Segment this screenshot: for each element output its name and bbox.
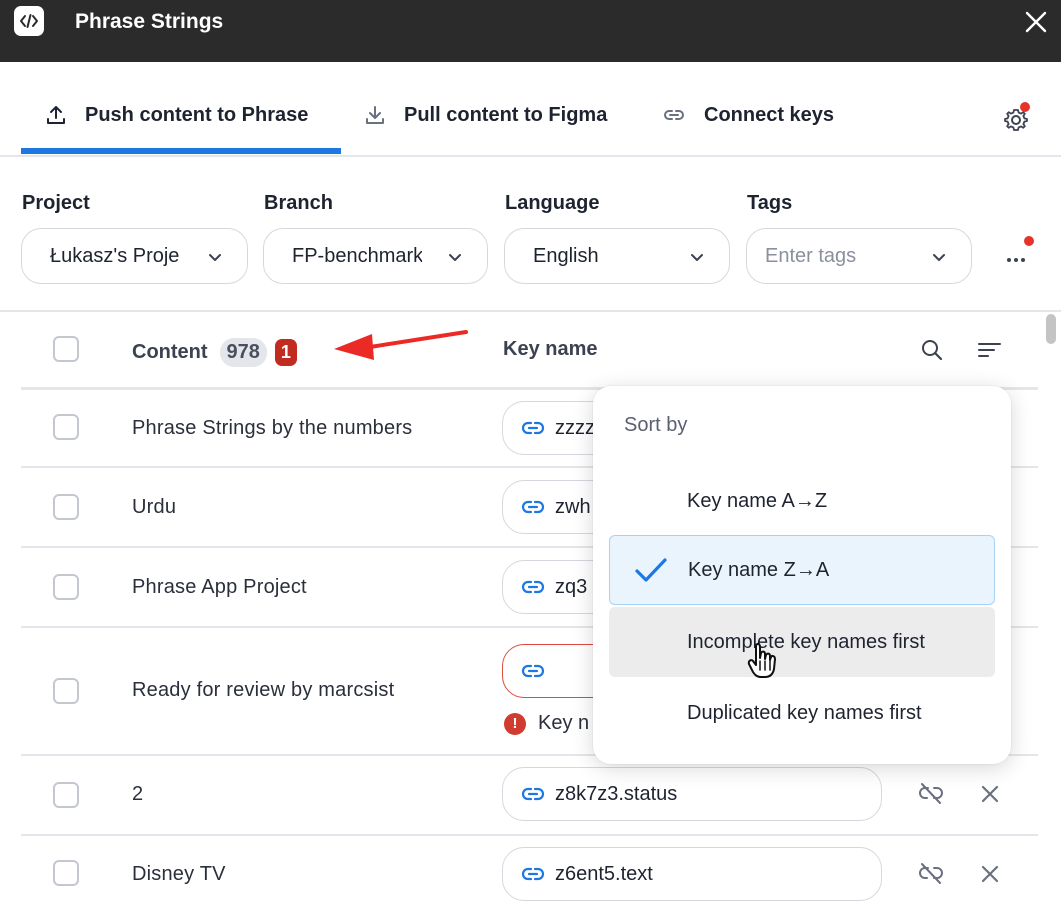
sort-option-label: Incomplete key names first bbox=[687, 630, 925, 653]
code-brackets-icon bbox=[14, 6, 44, 36]
tab-label: Push content to Phrase bbox=[85, 103, 309, 126]
sort-option-label: Duplicated key names first bbox=[687, 701, 922, 724]
key-name-input[interactable]: z8k7z3.status bbox=[502, 767, 882, 821]
annotation-arrow bbox=[334, 330, 468, 360]
notification-dot bbox=[1020, 102, 1030, 112]
remove-icon[interactable] bbox=[976, 860, 1004, 888]
tab-label: Connect keys bbox=[704, 103, 835, 126]
error-text: Key n bbox=[538, 712, 590, 734]
sort-option-duplicated-first[interactable]: Duplicated key names first bbox=[609, 678, 995, 748]
sort-option-key-za[interactable]: Key name Z→A bbox=[609, 535, 995, 605]
link-icon bbox=[521, 787, 545, 801]
sort-menu-title: Sort by bbox=[624, 414, 688, 436]
settings-button[interactable] bbox=[1000, 102, 1032, 134]
tags-label: Tags bbox=[747, 192, 793, 214]
content-count-badge: 978 bbox=[219, 338, 267, 367]
content-cell: 2 bbox=[132, 783, 144, 805]
project-select[interactable]: Łukasz's Project bbox=[21, 228, 248, 284]
row-checkbox[interactable] bbox=[53, 782, 79, 808]
language-select[interactable]: English bbox=[504, 228, 730, 284]
branch-select[interactable]: FP-benchmark bbox=[263, 228, 488, 284]
active-tab-indicator bbox=[21, 148, 341, 154]
language-label: Language bbox=[505, 192, 600, 214]
download-icon bbox=[366, 106, 384, 124]
sort-option-label: Key name A→Z bbox=[687, 489, 828, 512]
key-error-message: ! Key n bbox=[504, 712, 589, 735]
row-checkbox[interactable] bbox=[53, 574, 79, 600]
project-label: Project bbox=[22, 192, 90, 214]
title-bar: Phrase Strings bbox=[0, 0, 1061, 62]
project-value: Łukasz's Project bbox=[50, 244, 180, 267]
checkmark-icon bbox=[635, 558, 667, 582]
content-cell: Urdu bbox=[132, 496, 177, 518]
tab-bar: Push content to Phrase Pull content to F… bbox=[0, 62, 1061, 157]
close-icon[interactable] bbox=[1022, 8, 1050, 36]
content-cell: Ready for review by marcsist bbox=[132, 679, 395, 701]
tab-connect-keys[interactable]: Connect keys bbox=[662, 98, 834, 132]
link-icon bbox=[664, 110, 684, 120]
chevron-down-icon bbox=[209, 254, 221, 261]
tags-input[interactable]: Enter tags bbox=[746, 228, 972, 284]
language-value: English bbox=[533, 244, 599, 267]
tags-placeholder: Enter tags bbox=[765, 244, 857, 267]
content-column-header: Content 978 1 bbox=[132, 338, 297, 367]
unlink-icon[interactable] bbox=[917, 860, 945, 888]
link-icon bbox=[521, 664, 545, 678]
link-icon bbox=[521, 421, 545, 435]
key-name-value: zq3 bbox=[555, 575, 588, 598]
link-icon bbox=[521, 867, 545, 881]
sort-dropdown-menu: Sort by Key name A→Z Key name Z→A Incomp… bbox=[593, 386, 1011, 764]
unlink-icon[interactable] bbox=[917, 780, 945, 808]
row-checkbox[interactable] bbox=[53, 860, 79, 886]
key-name-value: z6ent5.text bbox=[555, 862, 653, 885]
link-icon bbox=[521, 500, 545, 514]
sort-option-incomplete-first[interactable]: Incomplete key names first bbox=[609, 607, 995, 677]
sort-icon[interactable] bbox=[976, 336, 1004, 364]
tab-label: Pull content to Figma bbox=[404, 103, 608, 126]
key-name-column-header: Key name bbox=[503, 338, 598, 360]
remove-icon[interactable] bbox=[976, 780, 1004, 808]
key-name-input[interactable]: z6ent5.text bbox=[502, 847, 882, 901]
hand-cursor-icon bbox=[747, 642, 776, 678]
branch-value: FP-benchmark bbox=[292, 244, 422, 267]
tab-pull-content[interactable]: Pull content to Figma bbox=[364, 98, 607, 132]
content-cell: Disney TV bbox=[132, 863, 226, 885]
search-icon[interactable] bbox=[918, 336, 946, 364]
key-name-value: zzzz bbox=[555, 416, 595, 439]
more-dots-icon bbox=[1007, 258, 1025, 262]
chevron-down-icon bbox=[933, 254, 945, 261]
row-checkbox[interactable] bbox=[53, 414, 79, 440]
notification-dot bbox=[1024, 236, 1034, 246]
row-checkbox[interactable] bbox=[53, 678, 79, 704]
key-name-value: zwh bbox=[555, 495, 591, 518]
chevron-down-icon bbox=[449, 254, 461, 261]
error-icon: ! bbox=[504, 712, 526, 735]
content-cell: Phrase Strings by the numbers bbox=[132, 417, 413, 439]
issue-count-badge: 1 bbox=[274, 339, 297, 366]
sort-option-key-az[interactable]: Key name A→Z bbox=[609, 466, 995, 536]
scrollbar-thumb[interactable] bbox=[1046, 314, 1056, 344]
link-icon bbox=[521, 580, 545, 594]
window-title: Phrase Strings bbox=[75, 10, 224, 33]
key-name-value: z8k7z3.status bbox=[555, 782, 678, 805]
tab-push-content[interactable]: Push content to Phrase bbox=[45, 98, 308, 132]
chevron-down-icon bbox=[691, 254, 703, 261]
vertical-scrollbar[interactable] bbox=[1043, 312, 1057, 914]
content-cell: Phrase App Project bbox=[132, 576, 307, 598]
sort-option-label: Key name Z→A bbox=[688, 558, 830, 581]
upload-icon bbox=[47, 106, 65, 124]
more-options-button[interactable] bbox=[1000, 236, 1036, 278]
row-checkbox[interactable] bbox=[53, 494, 79, 520]
select-all-checkbox[interactable] bbox=[53, 336, 79, 362]
branch-label: Branch bbox=[264, 192, 333, 214]
content-header-label: Content bbox=[132, 341, 208, 363]
